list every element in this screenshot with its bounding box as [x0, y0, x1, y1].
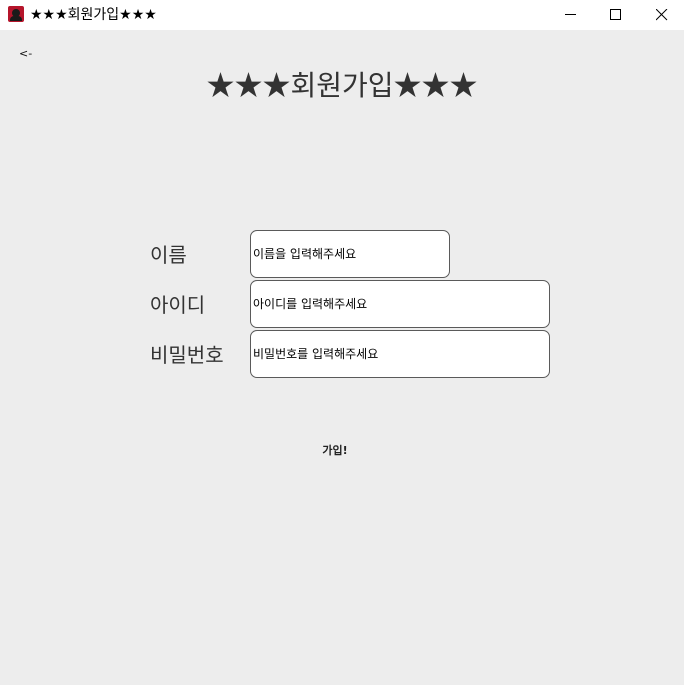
maximize-icon — [610, 9, 621, 20]
close-button[interactable] — [638, 0, 684, 30]
minimize-button[interactable] — [547, 0, 593, 30]
password-label: 비밀번호 — [150, 343, 224, 367]
app-icon — [8, 6, 24, 22]
close-icon — [656, 9, 668, 21]
signup-submit-button[interactable]: 가입! — [300, 440, 370, 460]
window-title: ★★★회원가입★★★ — [30, 7, 157, 23]
maximize-button[interactable] — [592, 0, 638, 30]
signup-window: ★★★회원가입★★★ <- ★★★회원가입★★★ 이름 이름을 입력해주세요 아… — [0, 0, 684, 685]
page-title: ★★★회원가입★★★ — [206, 69, 478, 102]
minimize-icon — [565, 14, 576, 15]
name-label: 이름 — [150, 243, 187, 267]
back-button[interactable]: <- — [19, 47, 32, 61]
password-input[interactable]: 비밀번호를 입력해주세요 — [250, 330, 550, 378]
id-label: 아이디 — [150, 293, 206, 317]
name-input[interactable]: 이름을 입력해주세요 — [250, 230, 450, 278]
title-bar[interactable]: ★★★회원가입★★★ — [0, 0, 684, 30]
id-input[interactable]: 아이디를 입력해주세요 — [250, 280, 550, 328]
